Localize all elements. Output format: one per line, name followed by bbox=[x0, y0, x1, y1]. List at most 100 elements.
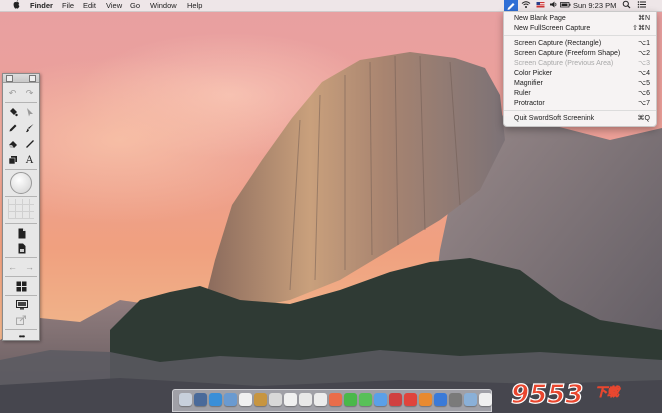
screen-icon[interactable] bbox=[13, 298, 30, 312]
dock-app-icon[interactable] bbox=[464, 393, 477, 406]
app-name-menu[interactable]: Finder bbox=[30, 0, 53, 11]
volume-icon[interactable] bbox=[549, 0, 558, 11]
menu-item-label: Protractor bbox=[514, 100, 545, 107]
close-icon[interactable] bbox=[6, 75, 13, 82]
menu-item-label: New FullScreen Capture bbox=[514, 25, 591, 32]
eraser-icon[interactable] bbox=[4, 137, 21, 151]
menu-separator bbox=[504, 110, 656, 111]
cursor-icon[interactable] bbox=[21, 105, 38, 119]
menu-item-label: Screen Capture (Previous Area) bbox=[514, 60, 614, 67]
palette-divider bbox=[5, 196, 37, 197]
layout-icon[interactable] bbox=[13, 279, 30, 293]
copy-icon[interactable] bbox=[4, 153, 21, 167]
menu-item-shortcut: ⌥4 bbox=[638, 70, 650, 77]
menu-item-ruler[interactable]: Ruler ⌥6 bbox=[504, 89, 656, 98]
dock-app-icon[interactable] bbox=[479, 393, 492, 406]
dock-app-icon[interactable] bbox=[434, 393, 447, 406]
wifi-icon[interactable] bbox=[521, 0, 531, 11]
clock[interactable]: Sun 9:23 PM bbox=[573, 0, 616, 11]
dock-app-icon[interactable] bbox=[284, 393, 297, 406]
dock-app-icon[interactable] bbox=[329, 393, 342, 406]
grid-icon[interactable] bbox=[8, 199, 34, 219]
dock-app-icon[interactable] bbox=[359, 393, 372, 406]
menu-edit[interactable]: Edit bbox=[83, 0, 96, 11]
menu-item-magnifier[interactable]: Magnifier ⌥5 bbox=[504, 79, 656, 88]
menu-file[interactable]: File bbox=[62, 0, 74, 11]
menu-item-color-picker[interactable]: Color Picker ⌥4 bbox=[504, 69, 656, 78]
screenink-dropdown-menu: New Blank Page ⌘N New FullScreen Capture… bbox=[503, 11, 657, 127]
search-icon[interactable] bbox=[622, 0, 631, 11]
watermark-logo: 9553 下载 bbox=[507, 376, 657, 410]
save-icon[interactable] bbox=[13, 241, 30, 255]
menu-item-label: Screen Capture (Freeform Shape) bbox=[514, 50, 621, 57]
svg-text:下载: 下载 bbox=[595, 385, 621, 399]
palette-divider bbox=[5, 295, 37, 296]
dock-app-icon[interactable] bbox=[404, 393, 417, 406]
dock-app-icon[interactable] bbox=[254, 393, 267, 406]
menu-item-capture-freeform[interactable]: Screen Capture (Freeform Shape) ⌥2 bbox=[504, 49, 656, 58]
dock-app-icon[interactable] bbox=[224, 393, 237, 406]
menu-item-new-blank-page[interactable]: New Blank Page ⌘N bbox=[504, 14, 656, 23]
menu-item-shortcut: ⌥2 bbox=[638, 50, 650, 57]
dock-app-icon[interactable] bbox=[344, 393, 357, 406]
menu-item-label: New Blank Page bbox=[514, 15, 566, 22]
forward-icon[interactable]: → bbox=[21, 260, 38, 274]
back-icon[interactable]: ← bbox=[4, 260, 21, 274]
menu-item-shortcut: ⌥1 bbox=[638, 40, 650, 47]
text-icon[interactable]: A bbox=[21, 153, 38, 167]
svg-text:9553: 9553 bbox=[511, 380, 583, 410]
dock-app-icon[interactable] bbox=[194, 393, 207, 406]
palette-divider bbox=[5, 169, 37, 170]
list-icon[interactable] bbox=[637, 0, 647, 11]
menu-item-protractor[interactable]: Protractor ⌥7 bbox=[504, 99, 656, 108]
screen-capture-icon[interactable] bbox=[504, 0, 518, 11]
menu-go[interactable]: Go bbox=[130, 0, 140, 11]
menu-view[interactable]: View bbox=[106, 0, 122, 11]
dock-app-icon[interactable] bbox=[374, 393, 387, 406]
menu-item-capture-previous-area: Screen Capture (Previous Area) ⌥3 bbox=[504, 59, 656, 68]
menu-item-shortcut: ⌘Q bbox=[637, 115, 650, 122]
palette-divider bbox=[5, 102, 37, 103]
dock-app-icon[interactable] bbox=[314, 393, 327, 406]
battery-icon[interactable] bbox=[560, 0, 571, 11]
color-circle-icon[interactable] bbox=[10, 172, 32, 194]
menu-item-shortcut: ⌥7 bbox=[638, 100, 650, 107]
menu-item-label: Ruler bbox=[514, 90, 531, 97]
new-page-icon[interactable] bbox=[13, 226, 30, 240]
line-icon[interactable] bbox=[21, 137, 38, 151]
flag-icon[interactable] bbox=[536, 0, 545, 11]
redo-icon[interactable]: ↷ bbox=[21, 86, 38, 100]
menu-item-shortcut: ⌥6 bbox=[638, 90, 650, 97]
dock-app-icon[interactable] bbox=[449, 393, 462, 406]
dock-app-icon[interactable] bbox=[269, 393, 282, 406]
fill-icon[interactable] bbox=[4, 105, 21, 119]
dock-app-icon[interactable] bbox=[239, 393, 252, 406]
dock bbox=[172, 389, 492, 412]
undo-icon[interactable]: ↶ bbox=[4, 86, 21, 100]
zoom-icon[interactable] bbox=[29, 75, 36, 82]
palette-divider bbox=[5, 257, 37, 258]
menu-window[interactable]: Window bbox=[150, 0, 177, 11]
dock-app-icon[interactable] bbox=[389, 393, 402, 406]
dock-app-icon[interactable] bbox=[209, 393, 222, 406]
menu-item-new-fullscreen-capture[interactable]: New FullScreen Capture ⇧⌘N bbox=[504, 24, 656, 33]
menu-item-quit[interactable]: Quit SwordSoft Screenink ⌘Q bbox=[504, 114, 656, 123]
dock-app-icon[interactable] bbox=[179, 393, 192, 406]
brush-icon[interactable] bbox=[21, 121, 38, 135]
menu-item-shortcut: ⌥5 bbox=[638, 80, 650, 87]
menu-item-label: Magnifier bbox=[514, 80, 543, 87]
menu-item-label: Screen Capture (Rectangle) bbox=[514, 40, 602, 47]
dock-app-icon[interactable] bbox=[299, 393, 312, 406]
dock-app-icon[interactable] bbox=[419, 393, 432, 406]
menu-item-label: Color Picker bbox=[514, 70, 553, 77]
tool-palette: ↶ ↷ A ← → ••• bbox=[2, 73, 40, 341]
apple-icon[interactable] bbox=[13, 0, 20, 12]
more-icon[interactable]: ••• bbox=[13, 329, 30, 343]
palette-titlebar[interactable] bbox=[3, 74, 39, 83]
menu-item-capture-rectangle[interactable]: Screen Capture (Rectangle) ⌥1 bbox=[504, 39, 656, 48]
menu-item-shortcut: ⌥3 bbox=[638, 60, 650, 67]
menu-help[interactable]: Help bbox=[187, 0, 202, 11]
pencil-icon[interactable] bbox=[4, 121, 21, 135]
palette-divider bbox=[5, 276, 37, 277]
share-icon[interactable] bbox=[13, 313, 30, 327]
